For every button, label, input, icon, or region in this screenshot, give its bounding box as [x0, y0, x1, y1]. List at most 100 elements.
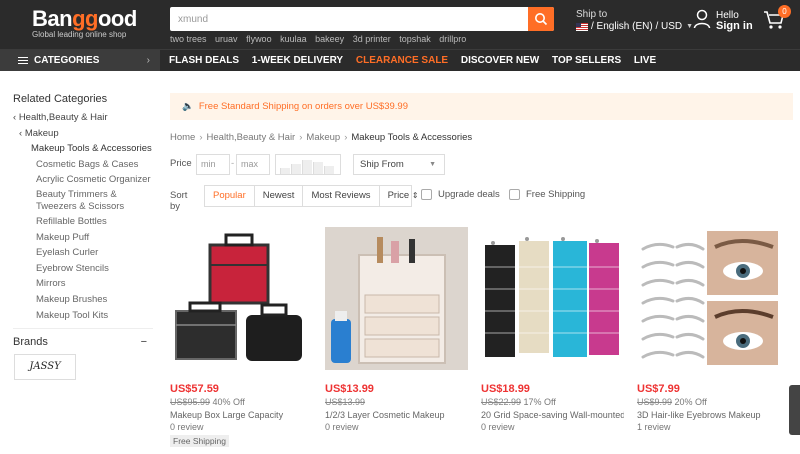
sidebar-item[interactable]: Refillable Bottles — [13, 214, 153, 230]
hot-word[interactable]: bakeey — [315, 34, 344, 44]
product-name[interactable]: 20 Grid Space-saving Wall-mounted — [481, 410, 624, 420]
nav-clearance-sale[interactable]: CLEARANCE SALE — [356, 55, 448, 66]
hot-word[interactable]: drillpro — [439, 34, 466, 44]
product-name[interactable]: 1/2/3 Layer Cosmetic Makeup — [325, 410, 468, 420]
brand-logo[interactable]: JASSY — [14, 354, 76, 380]
product-image-eyebrow-stickers[interactable] — [637, 227, 780, 370]
sidebar-item[interactable]: Eyebrow Stencils — [13, 261, 153, 277]
hot-search-words: two trees uruav flywoo kuulaa bakeey 3d … — [170, 34, 472, 44]
sidebar-item[interactable]: Cosmetic Bags & Cases — [13, 157, 153, 173]
product-price: US$57.59 — [170, 383, 219, 395]
breadcrumb-makeup[interactable]: Makeup — [306, 132, 340, 143]
shipping-notice-banner: 🔈 Free Standard Shipping on orders over U… — [170, 93, 793, 120]
categories-button[interactable]: CATEGORIES › — [0, 50, 160, 71]
sidebar-item[interactable]: Mirrors — [13, 276, 153, 292]
product-card[interactable]: US$13.99 US$13.99 1/2/3 Layer Cosmetic M… — [325, 227, 468, 432]
logo-text-accent: gg — [72, 6, 98, 31]
top-header: Banggood Global leading online shop two … — [0, 0, 800, 49]
product-card[interactable]: US$7.99 US$9.99 20% Off 3D Hair-like Eye… — [637, 227, 780, 432]
breadcrumb-current: Makeup Tools & Accessories — [351, 132, 473, 143]
nav-live[interactable]: LIVE — [634, 55, 656, 66]
sidebar-item[interactable]: Beauty Trimmers & Tweezers & Scissors — [13, 188, 153, 214]
product-name[interactable]: 3D Hair-like Eyebrows Makeup — [637, 410, 780, 420]
product-old-price: US$9.99 — [637, 397, 673, 407]
brands-title: Brands — [13, 336, 48, 348]
product-name[interactable]: Makeup Box Large Capacity — [170, 410, 313, 420]
upgrade-deals-label: Upgrade deals — [438, 189, 500, 200]
hot-word[interactable]: topshak — [399, 34, 431, 44]
product-old-price-row: US$13.99 — [325, 397, 468, 407]
ship-from-label: Ship From — [360, 159, 404, 170]
product-old-price-row: US$95.99 40% Off — [170, 397, 313, 407]
ship-from-select[interactable]: Ship From ▼ — [353, 154, 445, 175]
product-old-price: US$95.99 — [170, 397, 211, 407]
hot-word[interactable]: 3d printer — [353, 34, 391, 44]
nav-flash-deals[interactable]: FLASH DEALS — [169, 55, 239, 66]
sidebar-categories: Related Categories ‹ Health,Beauty & Hai… — [13, 93, 153, 323]
ship-to-selector[interactable]: Ship to / English (EN) / USD ▼ — [576, 9, 693, 32]
checkbox-icon — [421, 189, 432, 200]
hot-word[interactable]: uruav — [215, 34, 238, 44]
price-min-input[interactable]: min — [196, 154, 230, 175]
sort-price[interactable]: Price ⇕ — [380, 186, 427, 206]
hot-word[interactable]: flywoo — [246, 34, 272, 44]
sidebar-parent-label: Health,Beauty & Hair — [18, 112, 108, 123]
sidebar-item[interactable]: Makeup Brushes — [13, 292, 153, 308]
sort-arrows-icon: ⇕ — [411, 191, 419, 200]
product-reviews[interactable]: 1 review — [637, 422, 780, 432]
product-image-wall-organizer[interactable] — [481, 227, 624, 370]
search-box — [170, 7, 554, 31]
floating-side-tab[interactable] — [789, 385, 800, 435]
sort-popular[interactable]: Popular — [205, 186, 255, 206]
sidebar-item[interactable]: Acrylic Cosmetic Organizer — [13, 172, 153, 188]
price-label: Price — [170, 158, 192, 169]
collapse-icon[interactable]: − — [141, 336, 147, 348]
price-range-histogram[interactable] — [275, 154, 341, 175]
product-old-price-row: US$9.99 20% Off — [637, 397, 780, 407]
product-image-cosmetic-organizer[interactable] — [325, 227, 468, 370]
sidebar-title: Related Categories — [13, 93, 108, 105]
speaker-icon: 🔈 — [182, 101, 194, 112]
sidebar-item[interactable]: Makeup Tool Kits — [13, 308, 153, 324]
categories-label: CATEGORIES — [34, 55, 100, 66]
product-reviews[interactable]: 0 review — [170, 422, 313, 432]
sign-in-link[interactable]: Sign in — [716, 21, 753, 32]
sort-newest[interactable]: Newest — [255, 186, 304, 206]
sidebar-item[interactable]: Makeup Puff — [13, 230, 153, 246]
account-link[interactable]: Hello Sign in — [716, 11, 753, 32]
sidebar-parent-health[interactable]: ‹ Health,Beauty & Hair — [13, 110, 153, 126]
price-max-input[interactable]: max — [236, 154, 270, 175]
brands-header[interactable]: Brands − — [13, 336, 147, 348]
product-price: US$13.99 — [325, 383, 374, 395]
sidebar-parent-makeup[interactable]: ‹ Makeup — [13, 126, 153, 142]
product-card[interactable]: US$18.99 US$22.99 17% Off 20 Grid Space-… — [481, 227, 624, 432]
product-discount: 20% Off — [674, 397, 707, 407]
sidebar-parent-label: Makeup — [24, 127, 59, 139]
free-shipping-checkbox[interactable]: Free Shipping — [509, 189, 585, 200]
logo-text-end: ood — [97, 6, 137, 31]
user-icon[interactable] — [693, 9, 711, 29]
product-card[interactable]: US$57.59 US$95.99 40% Off Makeup Box Lar… — [170, 227, 313, 447]
sidebar-current-category[interactable]: Makeup Tools & Accessories — [13, 141, 153, 157]
product-reviews[interactable]: 0 review — [325, 422, 468, 432]
sort-most-reviews[interactable]: Most Reviews — [303, 186, 380, 206]
nav-discover-new[interactable]: DISCOVER NEW — [461, 55, 539, 66]
breadcrumb-home[interactable]: Home — [170, 132, 195, 143]
sidebar-item[interactable]: Eyelash Curler — [13, 245, 153, 261]
chevron-right-icon: › — [344, 132, 348, 143]
banggood-logo[interactable]: Banggood Global leading online shop — [32, 6, 137, 39]
nav-top-sellers[interactable]: TOP SELLERS — [552, 55, 621, 66]
search-input[interactable] — [170, 7, 526, 31]
breadcrumb-health[interactable]: Health,Beauty & Hair — [207, 132, 296, 143]
notice-text: Free Standard Shipping on orders over US… — [198, 101, 408, 112]
search-button[interactable] — [528, 7, 554, 31]
logo-text: Ban — [32, 6, 73, 31]
product-image-makeup-box[interactable] — [170, 227, 313, 370]
product-old-price-row: US$22.99 17% Off — [481, 397, 624, 407]
hot-word[interactable]: two trees — [170, 34, 207, 44]
price-dash: - — [231, 158, 235, 169]
nav-1-week-delivery[interactable]: 1-WEEK DELIVERY — [252, 55, 343, 66]
upgrade-deals-checkbox[interactable]: Upgrade deals — [421, 189, 500, 200]
hot-word[interactable]: kuulaa — [280, 34, 307, 44]
product-reviews[interactable]: 0 review — [481, 422, 624, 432]
